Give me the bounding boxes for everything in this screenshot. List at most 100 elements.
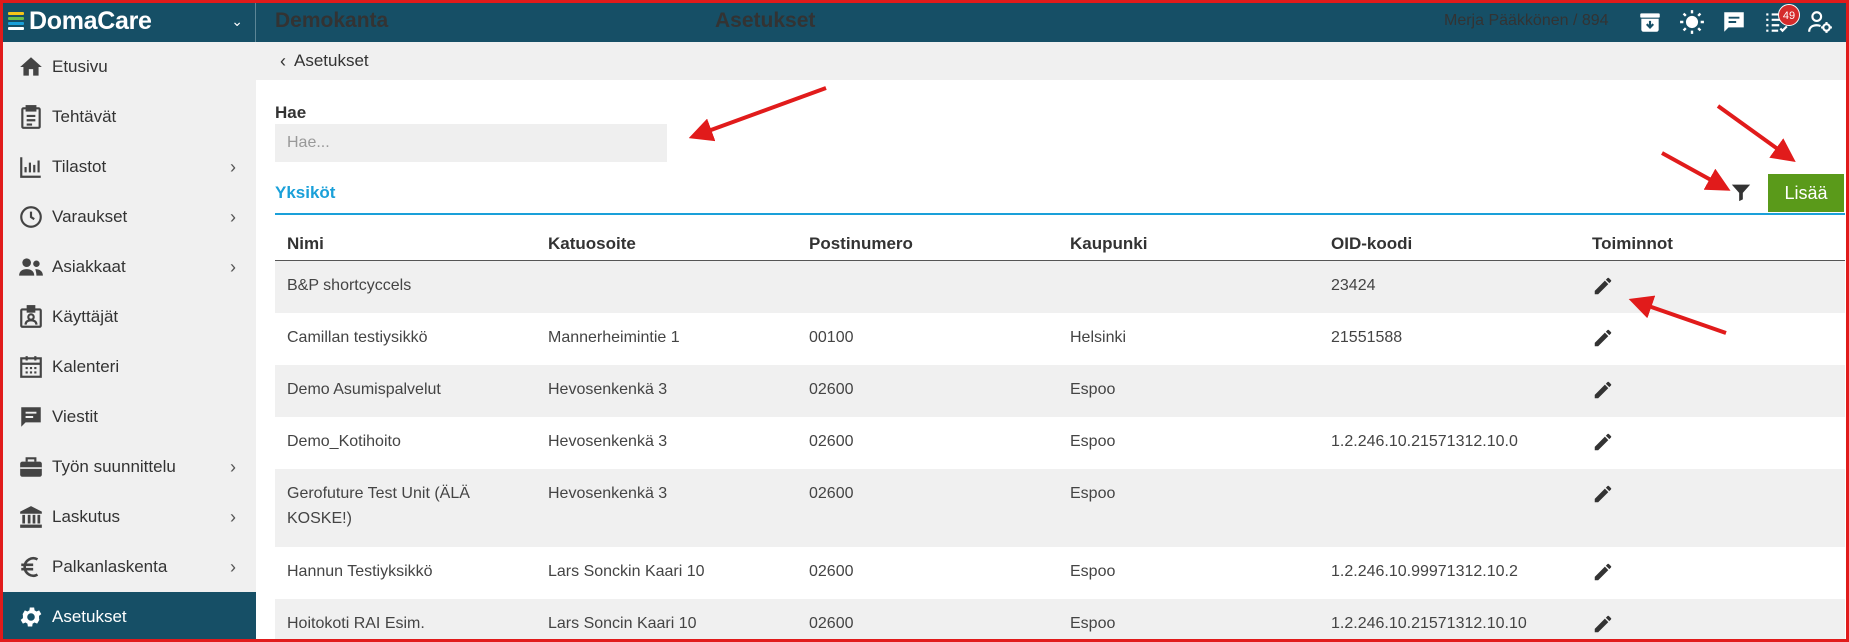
column-header[interactable]: Kaupunki — [1058, 231, 1319, 256]
clock-icon — [20, 206, 42, 228]
edit-icon[interactable] — [1592, 327, 1614, 349]
arrow-to-add-button — [1716, 104, 1796, 163]
chevron-right-icon: › — [230, 506, 236, 527]
cell-name: B&P shortcyccels — [287, 277, 412, 294]
cell-oid: 1.2.246.10.21571312.10.0 — [1331, 433, 1518, 450]
archive-icon[interactable] — [1637, 9, 1663, 35]
cell-oid: 21551588 — [1331, 329, 1403, 346]
sidebar-item-label: Varaukset — [52, 207, 128, 226]
column-header[interactable]: OID-koodi — [1319, 231, 1580, 256]
sun-icon[interactable] — [1679, 9, 1705, 35]
brand-logo-icon — [8, 12, 24, 30]
sidebar-item-palkanlaskenta[interactable]: Palkanlaskenta › — [0, 542, 256, 592]
cell-city: Helsinki — [1070, 329, 1127, 346]
cell-street: Hevosenkenkä 3 — [548, 485, 668, 502]
chevron-right-icon: › — [230, 156, 236, 177]
cell-postal: 00100 — [809, 329, 854, 346]
sidebar-item-laskutus[interactable]: Laskutus › — [0, 492, 256, 542]
sidebar-item-kalenteri[interactable]: Kalenteri — [0, 342, 256, 392]
message-icon — [21, 407, 41, 427]
table-row[interactable]: B&P shortcyccels 23424 — [275, 261, 1845, 313]
sidebar-item-label: Viestit — [52, 407, 98, 426]
cell-city: Espoo — [1070, 485, 1116, 502]
column-header[interactable]: Postinumero — [797, 231, 1058, 256]
table-header: Nimi Katuosoite Postinumero Kaupunki OID… — [275, 226, 1845, 261]
organization-name: Demokanta — [275, 9, 389, 32]
home-icon — [20, 57, 42, 76]
sidebar: Etusivu Tehtävät Tilastot › Varaukset › … — [0, 42, 256, 642]
notification-badge[interactable]: 49 — [1778, 4, 1800, 26]
briefcase-icon — [20, 457, 42, 477]
brand-switcher[interactable]: DomaCare ⌄ — [0, 0, 256, 42]
sidebar-item-label: Tehtävät — [52, 107, 117, 126]
edit-icon[interactable] — [1592, 613, 1614, 635]
search-label: Hae — [275, 103, 307, 122]
sidebar-item-label: Asetukset — [52, 607, 127, 626]
table-row[interactable]: Hannun Testiyksikkö Lars Sonckin Kaari 1… — [275, 547, 1845, 599]
units-table: Nimi Katuosoite Postinumero Kaupunki OID… — [275, 226, 1845, 642]
table-row[interactable]: Camillan testiysikkö Mannerheimintie 1 0… — [275, 313, 1845, 365]
bank-icon — [20, 506, 42, 528]
table-row[interactable]: Demo_Kotihoito Hevosenkenkä 3 02600 Espo… — [275, 417, 1845, 469]
edit-icon[interactable] — [1592, 379, 1614, 401]
gear-icon — [20, 607, 42, 627]
filter-icon[interactable] — [1730, 180, 1752, 204]
cell-street: Lars Sonckin Kaari 10 — [548, 563, 705, 580]
sidebar-item-etusivu[interactable]: Etusivu — [0, 42, 256, 92]
cell-street: Mannerheimintie 1 — [548, 329, 680, 346]
sidebar-item-tehtavat[interactable]: Tehtävät — [0, 92, 256, 142]
edit-icon[interactable] — [1592, 431, 1614, 453]
cell-city: Espoo — [1070, 615, 1116, 632]
column-header: Toiminnot — [1592, 233, 1673, 253]
table-row[interactable]: Hoitokoti RAI Esim. Lars Soncin Kaari 10… — [275, 599, 1845, 642]
cell-name: Hannun Testiyksikkö — [287, 563, 433, 580]
clipboard-icon — [21, 105, 41, 129]
breadcrumb-back-link[interactable]: Asetukset — [294, 51, 369, 71]
cell-postal: 02600 — [809, 563, 854, 580]
table-row[interactable]: Demo Asumispalvelut Hevosenkenkä 3 02600… — [275, 365, 1845, 417]
chevron-right-icon: › — [230, 556, 236, 577]
calendar-icon — [20, 356, 42, 378]
chevron-right-icon: › — [230, 206, 236, 227]
sidebar-item-label: Palkanlaskenta — [52, 557, 168, 576]
sidebar-item-label: Kalenteri — [52, 357, 120, 376]
column-header[interactable]: Katuosoite — [536, 231, 797, 256]
cell-postal: 02600 — [809, 615, 854, 632]
sidebar-item-viestit[interactable]: Viestit — [0, 392, 256, 442]
cell-name: Camillan testiysikkö — [287, 329, 428, 346]
page-title: Asetukset — [715, 9, 816, 32]
cell-city: Espoo — [1070, 381, 1116, 398]
edit-icon[interactable] — [1592, 275, 1614, 297]
chevron-left-icon[interactable]: ‹ — [280, 51, 286, 72]
chevron-down-icon[interactable]: ⌄ — [231, 13, 243, 30]
people-icon — [19, 258, 43, 276]
chevron-right-icon: › — [230, 456, 236, 477]
sidebar-item-kayttajat[interactable]: Käyttäjät — [0, 292, 256, 342]
sidebar-item-tyon-suunnittelu[interactable]: Työn suunnittelu › — [0, 442, 256, 492]
cell-name: Demo_Kotihoito — [287, 433, 401, 450]
sidebar-item-asetukset[interactable]: Asetukset — [0, 592, 256, 642]
stats-icon — [20, 157, 41, 178]
arrow-to-filter — [1661, 151, 1731, 191]
cell-city: Espoo — [1070, 563, 1116, 580]
cell-street: Hevosenkenkä 3 — [548, 433, 668, 450]
edit-icon[interactable] — [1592, 561, 1614, 583]
user-settings-icon[interactable] — [1807, 9, 1833, 35]
cell-postal: 02600 — [809, 485, 854, 502]
sidebar-item-asiakkaat[interactable]: Asiakkaat › — [0, 242, 256, 292]
table-row[interactable]: Gerofuture Test Unit (ÄLÄ KOSKE!) Hevose… — [275, 469, 1845, 547]
cell-name: Gerofuture Test Unit (ÄLÄ KOSKE!) — [287, 485, 470, 527]
sidebar-item-varaukset[interactable]: Varaukset › — [0, 192, 256, 242]
user-menu[interactable]: Merja Pääkkönen / 894 — [1444, 12, 1609, 30]
sidebar-item-label: Laskutus — [52, 507, 121, 526]
cell-oid: 23424 — [1331, 277, 1376, 294]
edit-icon[interactable] — [1592, 483, 1614, 505]
breadcrumb: ‹ Asetukset — [256, 42, 1849, 80]
column-header[interactable]: Nimi — [275, 231, 536, 256]
search-input[interactable] — [275, 124, 667, 162]
cell-postal: 02600 — [809, 381, 854, 398]
add-button[interactable]: Lisää — [1768, 174, 1844, 212]
sidebar-item-tilastot[interactable]: Tilastot › — [0, 142, 256, 192]
tab-yksikot[interactable]: Yksiköt — [275, 183, 335, 203]
chat-icon[interactable] — [1721, 9, 1747, 35]
